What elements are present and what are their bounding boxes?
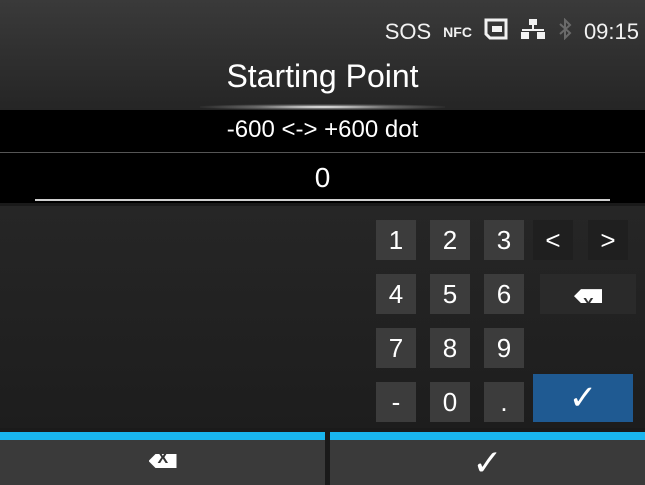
- key-2[interactable]: 2: [430, 220, 470, 260]
- header: SOS NFC 09:15 Starting Point: [0, 0, 645, 110]
- right-arrow-key[interactable]: >: [588, 220, 628, 260]
- backspace-icon: X: [148, 454, 177, 468]
- key-9[interactable]: 9: [484, 328, 524, 368]
- keypad: 1 2 3 < > 4 5 6 X 7 8 9 - 0 . ✓: [0, 206, 645, 428]
- memory-card-icon: [484, 18, 508, 46]
- bottom-bar: X ✓: [0, 432, 645, 485]
- status-bar: SOS NFC 09:15: [384, 17, 639, 46]
- key-1[interactable]: 1: [376, 220, 416, 260]
- key-6[interactable]: 6: [484, 274, 524, 314]
- page-title: Starting Point: [226, 58, 419, 94]
- nfc-icon: NFC: [443, 24, 472, 40]
- value-underline: [35, 199, 610, 201]
- key-8[interactable]: 8: [430, 328, 470, 368]
- printer-screen: SOS NFC 09:15 Starting Point -600 <-> +6…: [0, 0, 645, 485]
- range-label: -600 <-> +600 dot: [0, 110, 645, 153]
- value-display: 0: [0, 153, 645, 203]
- check-icon: ✓: [568, 379, 598, 417]
- key-3[interactable]: 3: [484, 220, 524, 260]
- left-arrow-key[interactable]: <: [533, 220, 573, 260]
- check-icon: ✓: [472, 442, 503, 483]
- key-0[interactable]: 0: [430, 382, 470, 422]
- key-decimal[interactable]: .: [484, 382, 524, 422]
- network-icon: [520, 18, 546, 46]
- sos-indicator: SOS: [384, 19, 432, 44]
- clock: 09:15: [583, 19, 639, 44]
- key-4[interactable]: 4: [376, 274, 416, 314]
- key-7[interactable]: 7: [376, 328, 416, 368]
- backspace-icon: X: [574, 289, 602, 304]
- confirm-button[interactable]: ✓: [330, 432, 645, 485]
- key-minus[interactable]: -: [376, 382, 416, 422]
- key-5[interactable]: 5: [430, 274, 470, 314]
- bluetooth-icon: [558, 17, 572, 46]
- backspace-button[interactable]: X: [0, 432, 325, 485]
- keypad-ok-button[interactable]: ✓: [533, 374, 633, 422]
- keypad-backspace-button[interactable]: X: [540, 274, 636, 314]
